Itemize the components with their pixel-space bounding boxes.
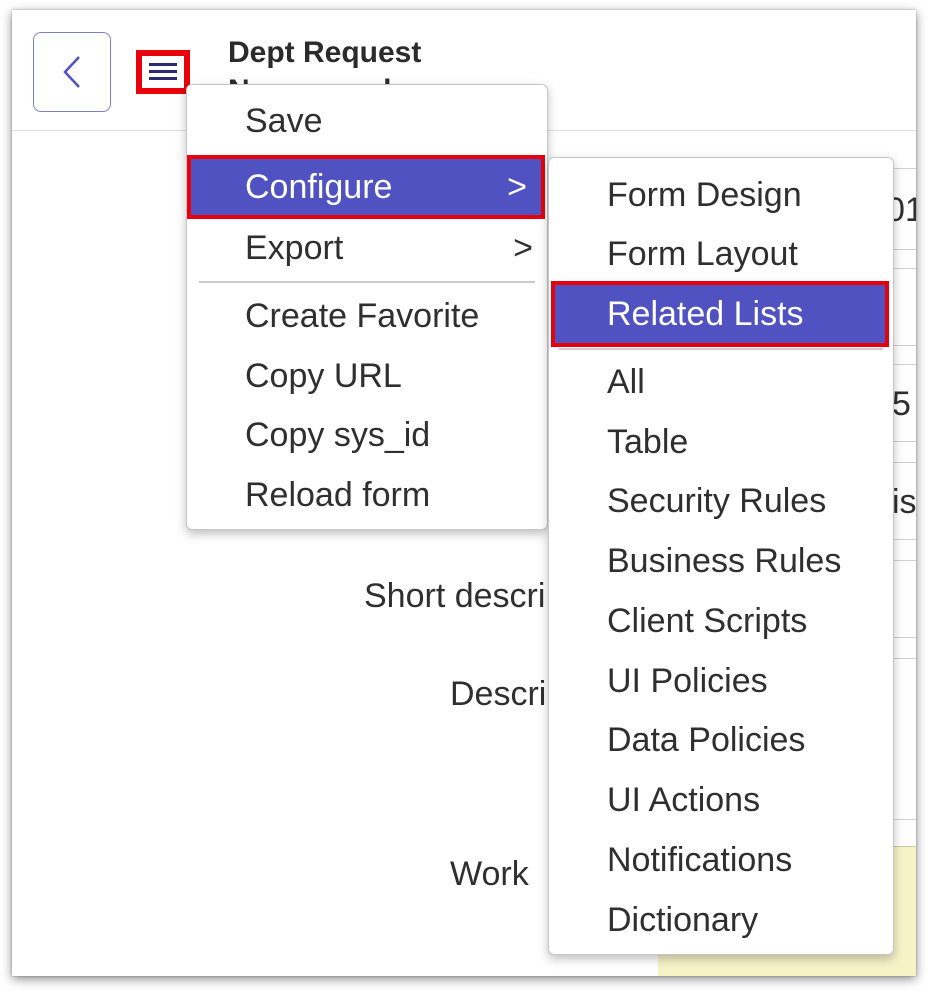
hamburger-menu-icon [149,63,177,80]
back-button[interactable] [33,32,111,112]
submenu-item-form-design[interactable]: Form Design [549,166,893,224]
chevron-right-icon: > [507,168,527,206]
menu-item-save[interactable]: Save [187,93,547,149]
submenu-item-security-rules[interactable]: Security Rules [549,472,893,530]
submenu-item-table[interactable]: Table [549,413,893,471]
short-description-label: Short descri [364,577,546,615]
menu-divider [199,155,535,157]
submenu-item-data-policies[interactable]: Data Policies [549,711,893,769]
field-value-fragment: 5 [892,385,911,423]
submenu-item-related-lists[interactable]: Related Lists [551,281,889,347]
chevron-right-icon: > [513,229,533,267]
menu-divider [199,281,535,283]
submenu-item-form-layout[interactable]: Form Layout [549,225,893,283]
submenu-item-all[interactable]: All [549,353,893,411]
submenu-item-notifications[interactable]: Notifications [549,831,893,889]
menu-item-configure[interactable]: Configure > [187,155,545,219]
app-window: Dept Request New record 01 5 is Short de… [12,10,916,976]
configure-submenu: Form Design Form Layout Related Lists Al… [548,157,894,955]
page-subtitle: New record [228,72,391,84]
menu-item-create-favorite[interactable]: Create Favorite [187,288,547,344]
field-value-fragment: is [892,483,916,521]
submenu-item-ui-actions[interactable]: UI Actions [549,771,893,829]
menu-divider [559,348,883,350]
menu-item-copy-sys-id[interactable]: Copy sys_id [187,407,547,463]
context-menu: Save Configure > Export > Create Favorite … [186,84,548,530]
description-label: Descri [450,675,547,713]
menu-item-reload-form[interactable]: Reload form [187,467,547,523]
submenu-item-business-rules[interactable]: Business Rules [549,532,893,590]
work-notes-label: Work [450,855,529,893]
submenu-item-client-scripts[interactable]: Client Scripts [549,592,893,650]
menu-item-copy-url[interactable]: Copy URL [187,348,547,404]
page-title: Dept Request [228,36,422,69]
chevron-left-icon [63,56,80,88]
context-menu-button[interactable] [136,50,190,94]
submenu-item-ui-policies[interactable]: UI Policies [549,652,893,710]
submenu-item-dictionary[interactable]: Dictionary [549,891,893,949]
menu-item-export[interactable]: Export > [187,220,547,276]
